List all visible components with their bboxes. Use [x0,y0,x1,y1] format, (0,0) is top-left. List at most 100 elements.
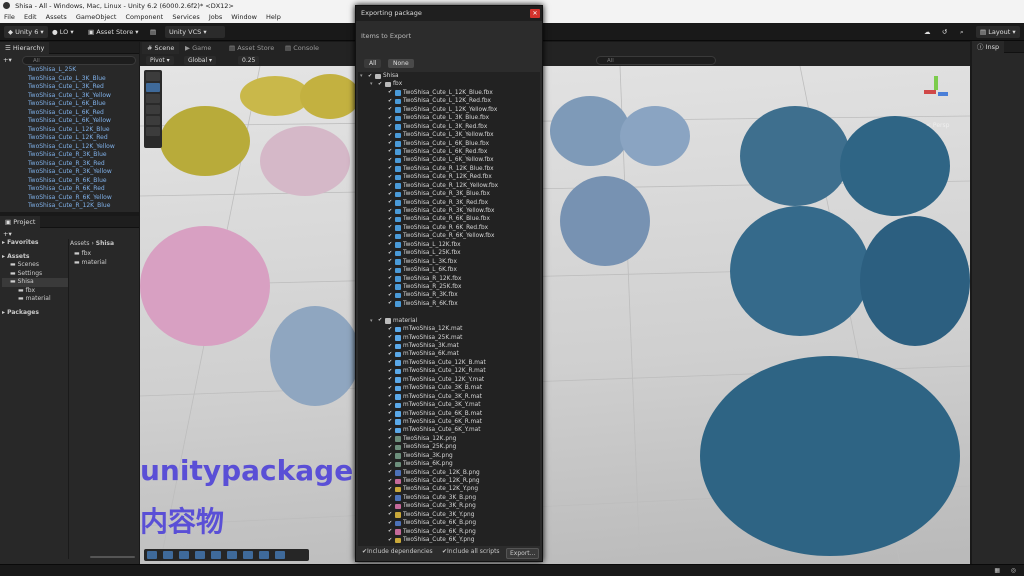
toolbar-tool-icon[interactable] [243,551,253,559]
hierarchy-item[interactable]: TwoShisa_Cute_R_6K_Blue [28,177,115,186]
checkbox-checked-icon[interactable]: ✔ [388,478,393,484]
hierarchy-item[interactable]: TwoShisa_Cute_L_6K_Yellow [28,117,115,126]
export-file-row[interactable]: ✔ TwoShisa_Cute_L_12K_Red.fbx [358,97,540,105]
export-file-row[interactable]: ✔ TwoShisa_Cute_R_3K_Yellow.fbx [358,207,540,215]
export-file-row[interactable]: ✔ TwoShisa_Cute_R_3K_Red.fbx [358,199,540,207]
export-file-row[interactable]: ✔ TwoShisa_Cute_R_12K_Blue.fbx [358,165,540,173]
export-file-row[interactable]: ✔ mTwoShisa_Cute_6K_Y.mat [358,426,540,434]
export-file-row[interactable]: ✔ mTwoShisa_3K.mat [358,342,540,350]
hierarchy-item[interactable]: TwoShisa_Cute_L_3K_Yellow [28,92,115,101]
status-icon[interactable]: ▦ [994,567,1000,574]
add-icon[interactable]: +▾ [2,56,13,64]
export-file-row[interactable]: ✔ TwoShisa_L_3K.fbx [358,258,540,266]
transform-tool-icon[interactable] [146,127,160,136]
menu-services[interactable]: Services [172,13,199,21]
checkbox-checked-icon[interactable]: ✔ [388,259,393,264]
project-tree-item[interactable]: ▬ fbx [2,287,68,296]
checkbox-checked-icon[interactable]: ✔ [368,73,373,79]
tab-scene[interactable]: # Scene [142,42,180,54]
breadcrumb-assets[interactable]: Assets [70,240,90,247]
include-scripts-checkbox[interactable]: ✔ Include all scripts [442,546,500,558]
checkbox-checked-icon[interactable]: ✔ [388,107,393,112]
checkbox-checked-icon[interactable]: ✔ [388,537,393,543]
checkbox-checked-icon[interactable]: ✔ [388,191,393,197]
checkbox-checked-icon[interactable]: ✔ [388,520,393,526]
export-file-row[interactable]: ✔ TwoShisa_25K.png [358,443,540,451]
checkbox-checked-icon[interactable]: ✔ [388,444,393,450]
rotate-tool-icon[interactable] [146,94,160,103]
checkbox-checked-icon[interactable]: ✔ [388,427,393,433]
checkbox-checked-icon[interactable]: ✔ [388,326,393,332]
checkbox-checked-icon[interactable]: ✔ [378,318,383,323]
checkbox-checked-icon[interactable]: ✔ [388,124,393,129]
hierarchy-item[interactable]: TwoShisa_Cute_L_12K_Yellow [28,143,115,152]
export-file-row[interactable]: ✔ TwoShisa_R_6K.fbx [358,300,540,308]
pivot-dropdown[interactable]: Pivot ▾ [146,56,174,65]
project-tree-item[interactable]: ▬ Scenes [2,261,68,270]
breadcrumb-shisa[interactable]: Shisa [96,240,114,247]
project-tree-item[interactable]: ▬ material [2,295,68,304]
export-file-row[interactable]: ✔ TwoShisa_Cute_6K_Y.png [358,536,540,544]
snap-field[interactable]: 0.25 [238,56,260,65]
hierarchy-item[interactable]: TwoShisa_Cute_L_12K_Blue [28,126,115,135]
checkbox-checked-icon[interactable]: ✔ [388,200,393,205]
export-file-row[interactable]: ✔ TwoShisa_Cute_L_3K_Yellow.fbx [358,131,540,139]
status-icon[interactable]: ◎ [1011,567,1016,574]
menu-edit[interactable]: Edit [24,13,37,21]
export-file-row[interactable]: ✔ TwoShisa_Cute_R_6K_Yellow.fbx [358,232,540,240]
export-folder-row[interactable]: ▾ ✔ Shisa [358,72,540,80]
select-all-button[interactable]: All [364,59,382,68]
export-file-row[interactable]: ✔ TwoShisa_Cute_3K_R.png [358,502,540,510]
export-file-row[interactable]: ✔ TwoShisa_Cute_L_6K_Yellow.fbx [358,156,540,164]
checkbox-checked-icon[interactable]: ✔ [388,486,393,492]
export-file-row[interactable]: ✔ mTwoShisa_Cute_3K_Y.mat [358,401,540,409]
checkbox-checked-icon[interactable]: ✔ [388,360,393,365]
export-file-row[interactable]: ✔ TwoShisa_Cute_12K_R.png [358,477,540,485]
hand-tool-icon[interactable] [146,72,160,81]
checkbox-checked-icon[interactable]: ✔ [388,267,393,273]
export-file-row[interactable]: ✔ TwoShisa_L_12K.fbx [358,241,540,249]
menu-window[interactable]: Window [231,13,257,21]
export-file-row[interactable]: ✔ TwoShisa_Cute_L_12K_Yellow.fbx [358,106,540,114]
hierarchy-item[interactable]: TwoShisa_Cute_L_3K_Red [28,83,115,92]
expand-arrow-icon[interactable]: ▾ [360,72,363,80]
menu-file[interactable]: File [4,13,15,21]
toolbar-tool-icon[interactable] [211,551,221,559]
move-tool-icon[interactable] [146,83,160,92]
export-file-row[interactable]: ✔ mTwoShisa_Cute_12K_Y.mat [358,376,540,384]
checkbox-checked-icon[interactable]: ✔ [388,411,393,416]
export-file-row[interactable]: ✔ TwoShisa_Cute_R_12K_Red.fbx [358,173,540,181]
checkbox-checked-icon[interactable]: ✔ [388,90,393,95]
history-icon[interactable]: ↺ [938,26,951,38]
hierarchy-item[interactable]: TwoShisa_Cute_L_12K_Red [28,134,115,143]
export-file-row[interactable]: ✔ TwoShisa_Cute_R_6K_Red.fbx [358,224,540,232]
export-file-row[interactable]: ✔ mTwoShisa_Cute_6K_R.mat [358,418,540,426]
toolbar-tool-icon[interactable] [259,551,269,559]
select-none-button[interactable]: None [388,59,414,68]
export-file-row[interactable]: ✔ mTwoShisa_Cute_12K_R.mat [358,367,540,375]
checkbox-checked-icon[interactable]: ✔ [388,166,393,171]
expand-arrow-icon[interactable]: ▾ [370,80,373,88]
checkbox-checked-icon[interactable]: ✔ [388,385,393,391]
scale-tool-icon[interactable] [146,105,160,114]
checkbox-checked-icon[interactable]: ✔ [388,216,393,222]
export-file-row[interactable]: ✔ TwoShisa_6K.png [358,460,540,468]
orientation-gizmo[interactable] [922,76,952,106]
checkbox-checked-icon[interactable]: ✔ [388,503,393,509]
checkbox-checked-icon[interactable]: ✔ [388,141,393,146]
menu-assets[interactable]: Assets [46,13,67,21]
lo-button[interactable]: ● LO ▾ [48,26,78,38]
hierarchy-item[interactable]: TwoShisa_Cute_L_3K_Blue [28,75,115,84]
export-file-row[interactable]: ✔ TwoShisa_Cute_L_6K_Blue.fbx [358,140,540,148]
checkbox-checked-icon[interactable]: ✔ [388,208,393,214]
export-file-row[interactable]: ✔ TwoShisa_Cute_R_12K_Yellow.fbx [358,182,540,190]
export-file-row[interactable]: ✔ TwoShisa_R_3K.fbx [358,291,540,299]
checkbox-checked-icon[interactable]: ✔ [388,470,393,475]
hierarchy-item[interactable]: TwoShisa_Cute_L_6K_Blue [28,100,115,109]
checkbox-checked-icon[interactable]: ✔ [388,368,393,374]
export-file-row[interactable]: ✔ TwoShisa_12K.png [358,435,540,443]
export-file-row[interactable]: ✔ TwoShisa_3K.png [358,452,540,460]
checkbox-checked-icon[interactable]: ✔ [388,242,393,247]
checkbox-checked-icon[interactable]: ✔ [388,250,393,256]
checkbox-checked-icon[interactable]: ✔ [388,495,393,500]
